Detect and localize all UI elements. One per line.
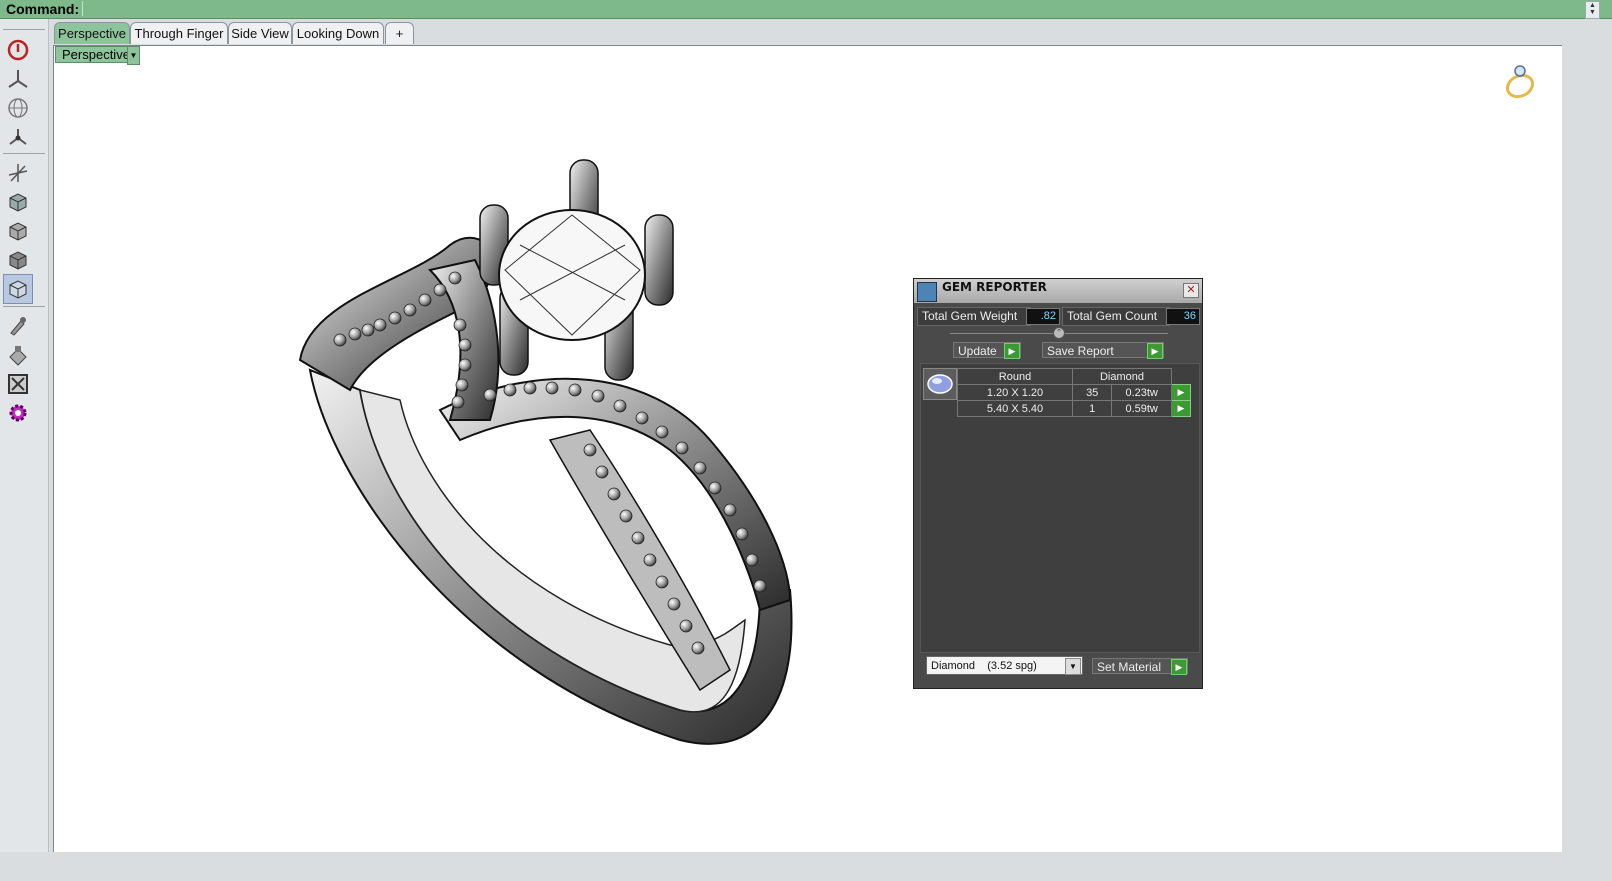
save-report-button[interactable]: Save Report ▶ xyxy=(1042,342,1164,359)
axes-icon[interactable] xyxy=(3,64,33,94)
brush-icon[interactable] xyxy=(3,311,33,341)
row-weight: 0.23tw xyxy=(1111,384,1172,401)
update-label: Update xyxy=(958,344,997,358)
tab-side-view[interactable]: Side View xyxy=(228,22,292,44)
row-count: 1 xyxy=(1071,400,1113,417)
update-button[interactable]: Update ▶ xyxy=(953,342,1021,359)
tab-perspective[interactable]: Perspective xyxy=(54,22,130,44)
move-icon[interactable] xyxy=(3,158,33,188)
total-gem-count-label: Total Gem Count xyxy=(1062,307,1170,326)
gem-reporter-logo-icon xyxy=(917,282,937,302)
play-icon: ▶ xyxy=(1171,659,1187,675)
row-count: 35 xyxy=(1071,384,1113,401)
total-gem-weight-label: Total Gem Weight xyxy=(917,307,1031,326)
gem-reporter-panel: GEM REPORTER ✕ Total Gem Weight .82 Tota… xyxy=(913,278,1203,689)
row-size: 1.20 X 1.20 xyxy=(957,384,1073,401)
viewport-label[interactable]: Perspective xyxy=(55,46,137,63)
play-icon[interactable]: ▶ xyxy=(1171,384,1191,401)
frame-icon[interactable] xyxy=(3,369,33,399)
paint-icon[interactable] xyxy=(3,340,33,370)
close-icon[interactable]: ✕ xyxy=(1183,283,1199,298)
table-row[interactable]: 1.20 X 1.20 35 0.23tw ▶ xyxy=(957,384,1191,401)
total-gem-weight-value: .82 xyxy=(1026,308,1060,325)
gem-table: Round Diamond 1.20 X 1.20 35 0.23tw ▶ 5.… xyxy=(957,368,1191,417)
node-icon[interactable] xyxy=(3,122,33,152)
power-icon[interactable] xyxy=(3,35,33,65)
gem-reporter-title: GEM REPORTER xyxy=(942,280,1047,294)
cube-icon[interactable] xyxy=(3,187,33,217)
collapse-icon[interactable]: ⌃ xyxy=(1053,327,1065,339)
gem-reporter-titlebar[interactable]: GEM REPORTER ✕ xyxy=(914,279,1202,303)
table-header-row: Round Diamond xyxy=(957,368,1191,385)
cube-icon[interactable] xyxy=(3,245,33,275)
cube-icon[interactable] xyxy=(3,274,33,304)
table-row[interactable]: 5.40 X 5.40 1 0.59tw ▶ xyxy=(957,400,1191,417)
left-toolbar xyxy=(0,19,49,881)
sphere-icon[interactable] xyxy=(3,93,33,123)
material-select-value: Diamond (3.52 spg) xyxy=(931,660,1037,672)
bottom-strip xyxy=(0,852,1612,881)
round-stone-icon[interactable] xyxy=(923,368,957,400)
ring-logo-icon xyxy=(1505,65,1535,99)
cube-icon[interactable] xyxy=(3,216,33,246)
tab-looking-down[interactable]: Looking Down xyxy=(292,22,384,44)
viewport-dropdown-icon[interactable]: ▼ xyxy=(127,46,140,65)
ring-model xyxy=(298,159,793,745)
play-icon[interactable]: ▶ xyxy=(1171,400,1191,417)
tab-through-finger[interactable]: Through Finger xyxy=(130,22,228,44)
play-icon: ▶ xyxy=(1147,343,1163,359)
material-select[interactable]: Diamond (3.52 spg) ▼ xyxy=(926,656,1083,675)
command-bar: Command: ▲ ▼ xyxy=(0,0,1612,19)
command-input[interactable] xyxy=(82,1,1583,16)
set-material-button[interactable]: Set Material ▶ xyxy=(1092,658,1188,675)
gear-icon[interactable] xyxy=(3,398,33,428)
right-strip xyxy=(1562,45,1612,852)
add-tab-button[interactable]: + xyxy=(385,22,414,44)
gem-list: Round Diamond 1.20 X 1.20 35 0.23tw ▶ 5.… xyxy=(920,363,1200,653)
row-size: 5.40 X 5.40 xyxy=(957,400,1073,417)
chevron-down-icon: ▼ xyxy=(1065,658,1081,675)
header-shape: Round xyxy=(957,368,1073,385)
header-material: Diamond xyxy=(1072,368,1172,385)
command-scroll[interactable]: ▲ ▼ xyxy=(1585,1,1600,19)
play-icon: ▶ xyxy=(1004,343,1020,359)
row-weight: 0.59tw xyxy=(1111,400,1172,417)
total-gem-count-value: 36 xyxy=(1166,308,1200,325)
set-material-label: Set Material xyxy=(1097,660,1162,674)
command-label: Command: xyxy=(6,1,80,17)
save-report-label: Save Report xyxy=(1047,344,1114,358)
